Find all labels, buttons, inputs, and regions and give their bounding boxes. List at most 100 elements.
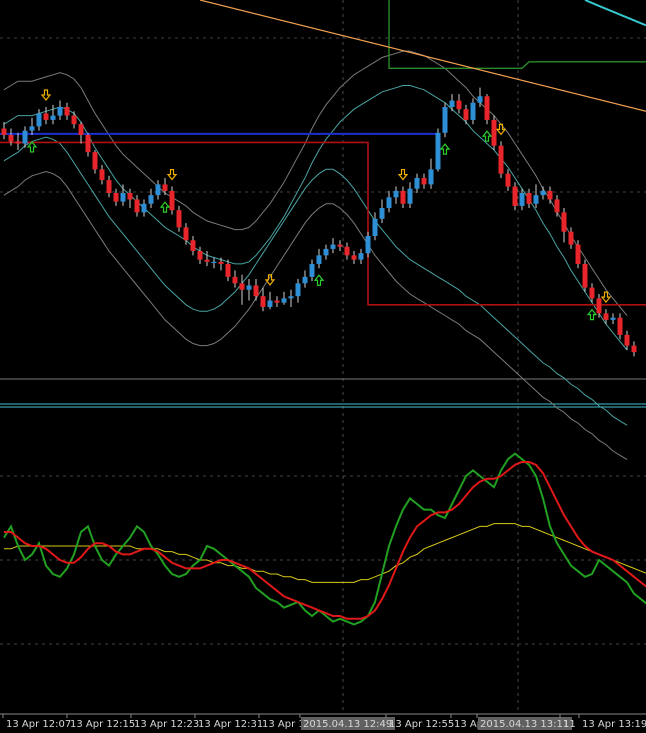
candle-body-28 [197, 251, 203, 260]
candle-body-62 [435, 132, 441, 170]
candle-body-39 [274, 300, 280, 303]
candle-body-50 [351, 255, 357, 260]
candle-body-86 [603, 313, 609, 320]
chart-window: 13 Apr 12:07 13 Apr 12:15 13 Apr 12:23 13 A… [0, 0, 646, 733]
candle-body-24 [169, 190, 175, 211]
candle-body-14 [99, 169, 105, 181]
candle-body-26 [183, 227, 189, 241]
candle-body-17 [120, 193, 126, 202]
down-arrow-0 [40, 89, 52, 101]
candle-body-48 [337, 244, 343, 247]
candle-body-5 [36, 113, 42, 127]
time-tick-label-1: 13 Apr 12:15 [70, 719, 135, 730]
candle-body-22 [155, 184, 161, 196]
down-arrow-3 [397, 168, 409, 181]
candle-body-40 [281, 298, 287, 303]
candle-body-83 [582, 263, 588, 288]
candle-body-20 [141, 203, 147, 213]
candle-body-58 [407, 188, 413, 204]
up-arrow-4-shape [481, 130, 493, 142]
candle-body-9 [64, 107, 70, 116]
candle-body-82 [575, 244, 581, 264]
down-arrow-3-shape [397, 168, 409, 181]
lower-band-line [3, 136, 628, 426]
up-arrow-4 [481, 130, 493, 142]
time-tick-label-10: 13 Apr 13:19 [582, 719, 646, 730]
candle-body-72 [505, 173, 511, 187]
time-tick-label-3: 13 Apr 12:31 [198, 719, 263, 730]
candle-body-1 [8, 134, 14, 142]
candle-body-31 [218, 261, 224, 264]
candle-body-0 [1, 128, 7, 135]
candle-body-49 [344, 246, 350, 256]
candle-body-11 [78, 124, 84, 135]
candle-body-41 [288, 296, 294, 299]
candle-body-77 [540, 190, 546, 196]
candle-body-85 [596, 298, 602, 314]
candle-body-66 [463, 109, 469, 120]
candle-body-75 [526, 193, 532, 204]
time-axis: 13 Apr 12:0713 Apr 12:1513 Apr 12:2313 A… [2, 714, 646, 730]
candle-body-76 [533, 195, 539, 204]
trading-chart: 13 Apr 12:0713 Apr 12:1513 Apr 12:2313 A… [0, 0, 646, 730]
upper-band-line [3, 85, 628, 351]
candle-body-38 [267, 300, 273, 307]
oscillator-fast-line [3, 452, 646, 626]
candle-body-13 [92, 152, 98, 170]
up-arrow-3 [439, 143, 451, 155]
down-arrow-4-shape [495, 123, 507, 136]
candle-body-87 [610, 317, 616, 320]
up-arrow-5-shape [586, 308, 598, 321]
candle-body-81 [568, 231, 574, 245]
time-tick-label-0: 13 Apr 12:07 [6, 719, 71, 730]
grid-layer [0, 0, 646, 715]
candle-body-6 [43, 113, 49, 120]
candle-body-70 [491, 119, 497, 146]
candles [1, 87, 637, 357]
time-tick-label-5: 2015.04.13 12:49 [303, 719, 392, 730]
oscillator-signal-line [4, 523, 646, 583]
candle-body-63 [442, 107, 448, 133]
oscillator-slow-line [4, 461, 646, 620]
candle-body-53 [372, 218, 378, 236]
outer-lower-band-line [3, 170, 628, 461]
candle-body-34 [239, 283, 245, 290]
down-arrow-0-shape [40, 89, 52, 101]
candle-body-33 [232, 276, 238, 284]
candle-body-47 [330, 244, 336, 249]
outer-upper-band-line [3, 50, 628, 316]
candle-body-57 [400, 190, 406, 204]
candle-body-52 [365, 236, 371, 254]
down-arrow-4 [495, 123, 507, 136]
candle-body-89 [624, 334, 630, 346]
candle-body-15 [106, 180, 112, 193]
time-tick-label-6: 13 Apr 12:55 [389, 719, 454, 730]
candle-body-32 [225, 263, 231, 277]
candle-body-35 [246, 285, 252, 290]
candle-body-65 [456, 100, 462, 110]
candle-body-59 [414, 177, 420, 189]
candle-body-46 [323, 248, 329, 256]
candle-body-73 [512, 186, 518, 206]
candle-body-37 [260, 296, 266, 307]
candle-body-78 [547, 190, 553, 200]
candle-body-36 [253, 285, 259, 297]
candle-body-7 [50, 115, 56, 120]
candle-body-67 [470, 102, 476, 120]
candle-body-68 [477, 96, 483, 103]
candle-body-25 [176, 210, 182, 228]
candle-body-51 [358, 253, 364, 260]
candle-body-2 [15, 141, 21, 144]
up-arrow-1-shape [159, 201, 171, 213]
candle-body-90 [631, 345, 637, 353]
candle-body-21 [148, 195, 154, 204]
candle-body-60 [421, 177, 427, 185]
cyan-trend-line [584, 0, 646, 27]
candle-body-71 [498, 145, 504, 174]
candle-body-42 [295, 283, 301, 297]
candle-body-16 [113, 193, 119, 202]
candle-body-18 [127, 193, 133, 200]
indicator-lines [0, 0, 646, 461]
candle-body-4 [29, 126, 35, 131]
candle-body-30 [211, 261, 217, 263]
